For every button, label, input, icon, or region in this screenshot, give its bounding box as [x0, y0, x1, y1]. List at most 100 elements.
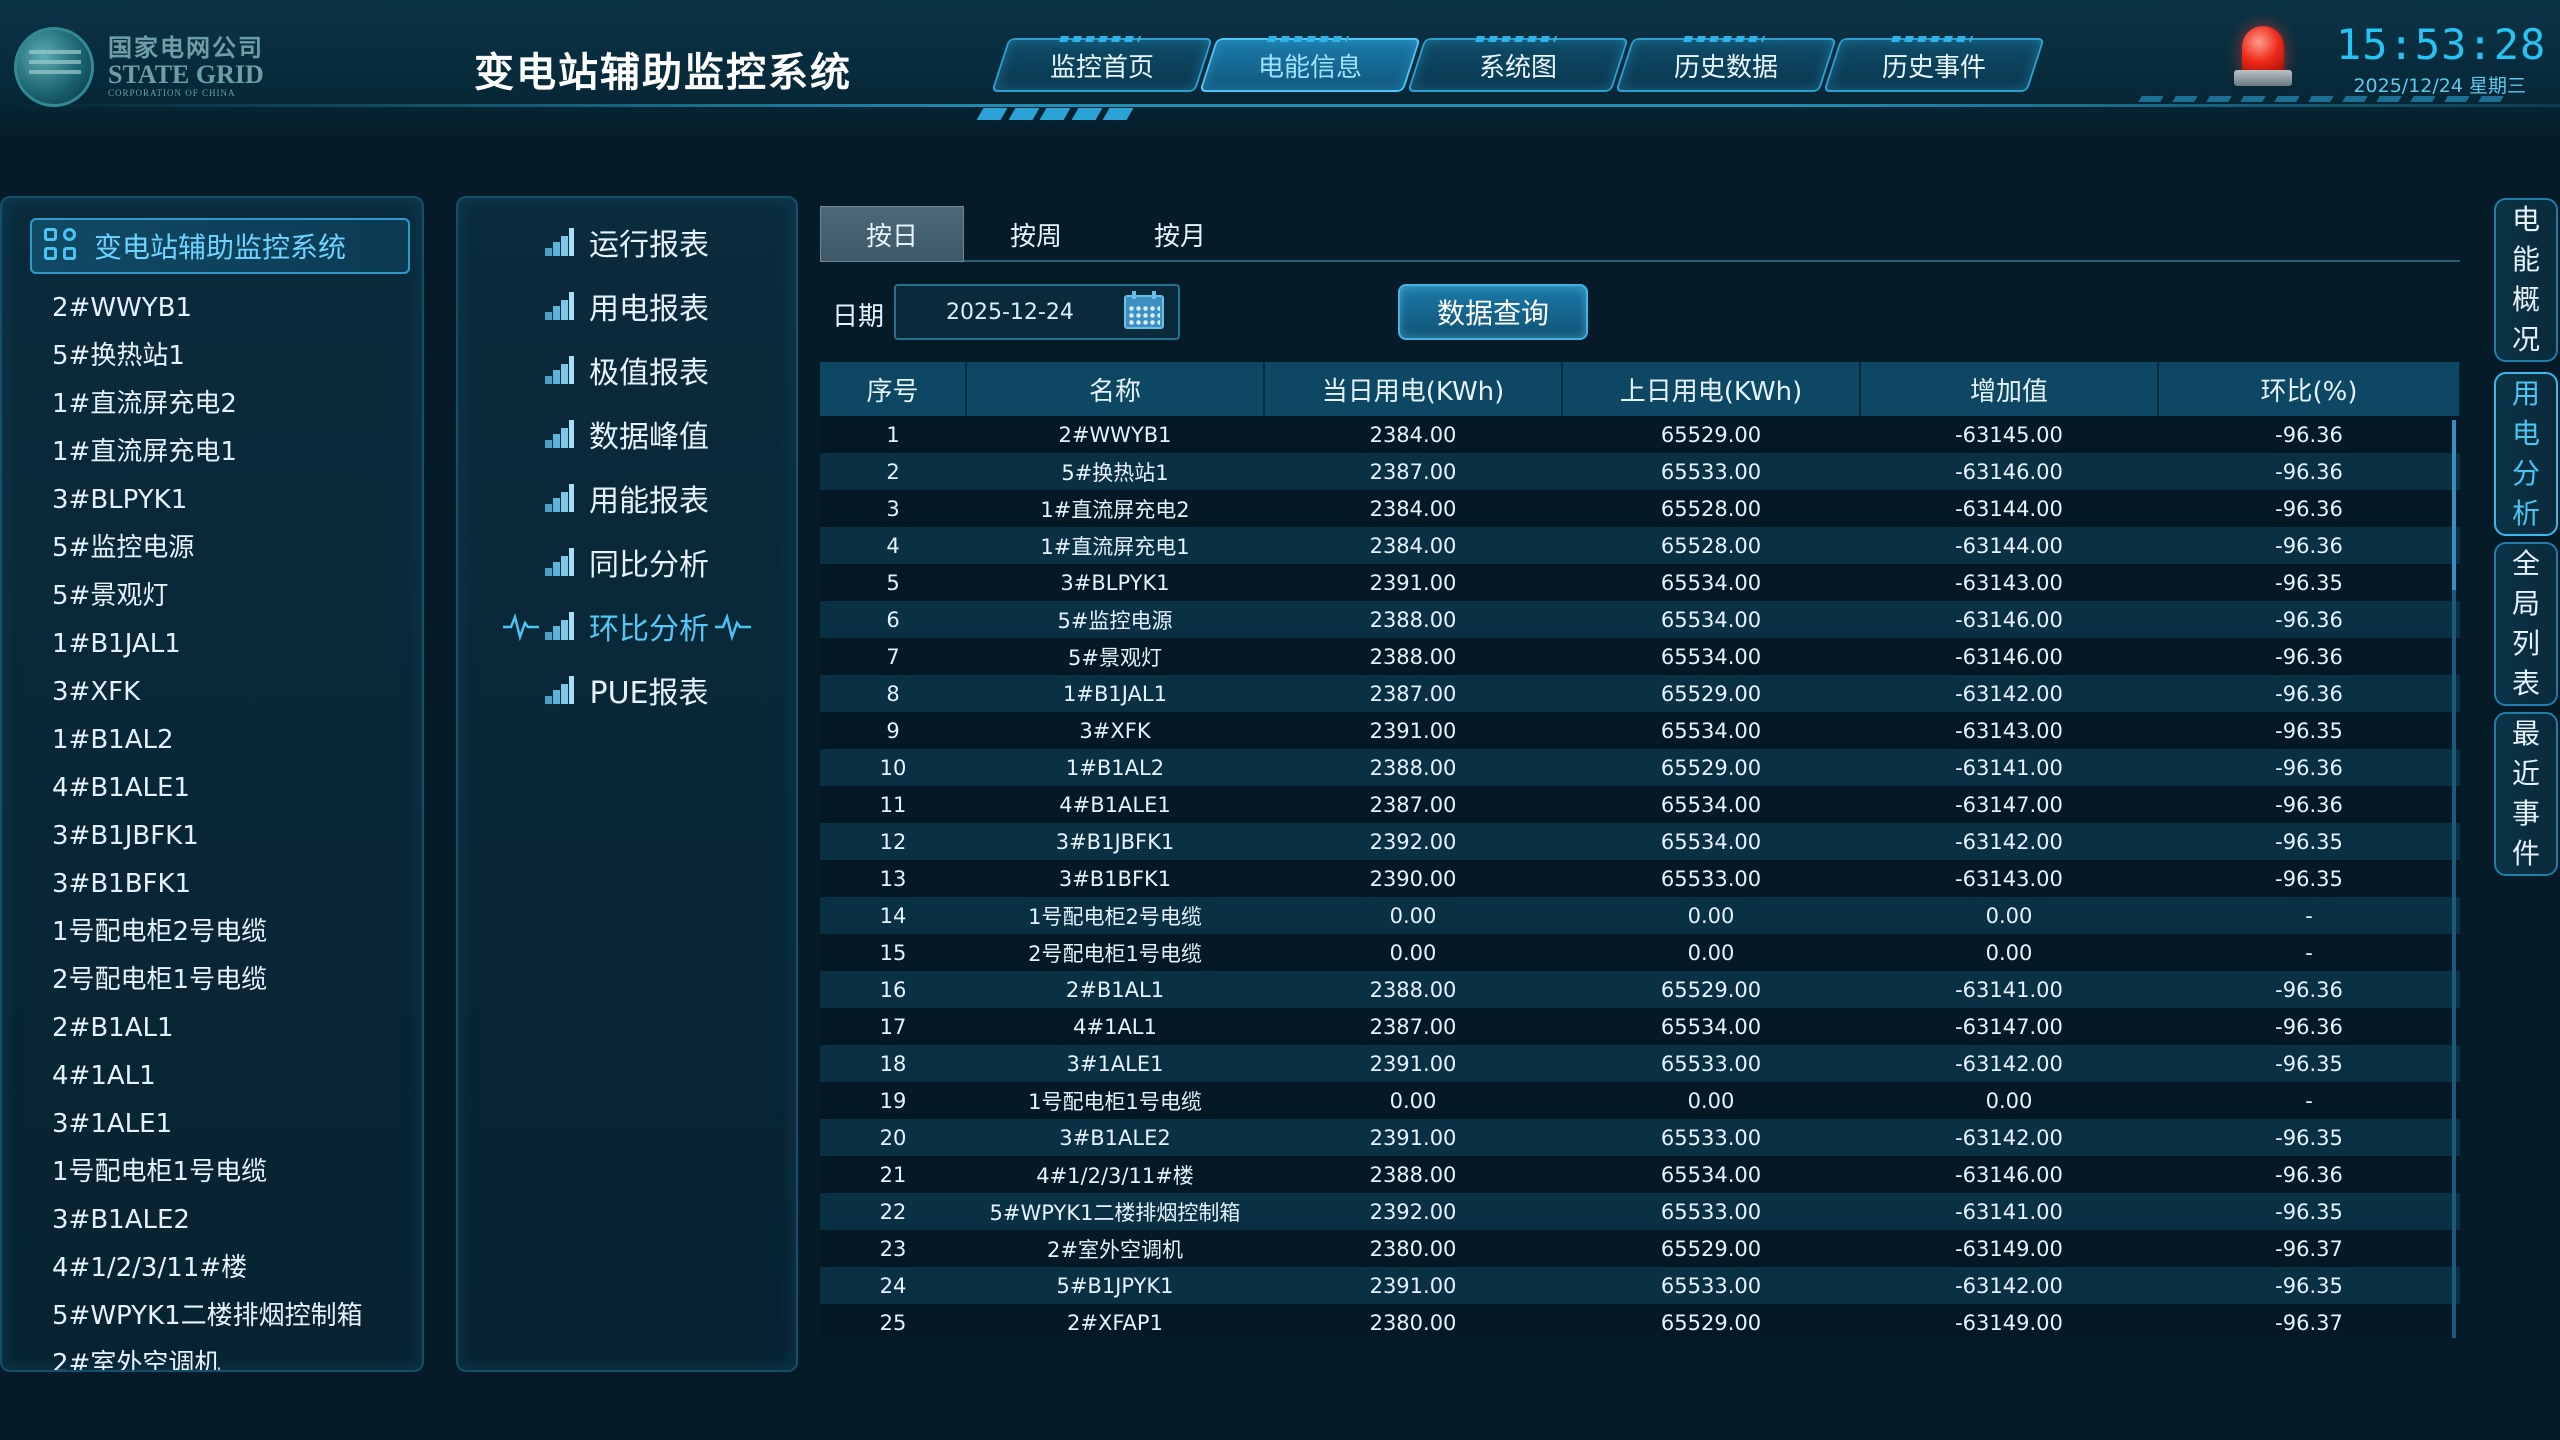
menu-item[interactable]: 数据峰值 — [458, 402, 796, 466]
tree-root[interactable]: 变电站辅助监控系统 — [30, 218, 410, 274]
table-row[interactable]: 9 3#XFK 2391.00 65534.00 -63143.00 -96.35 — [820, 712, 2460, 749]
cell-increase: -63143.00 — [1955, 718, 2063, 743]
table-row[interactable]: 14 1号配电柜2号电缆 0.00 0.00 0.00 - — [820, 897, 2460, 934]
cell-ratio: -96.35 — [2275, 570, 2343, 595]
tree-item[interactable]: 2#WWYB1 — [52, 284, 363, 332]
cell-ratio: -96.35 — [2275, 1273, 2343, 1298]
cell-name: 3#B1JBFK1 — [1055, 829, 1175, 854]
cell-yesterday: 65529.00 — [1660, 1310, 1762, 1335]
bar-chart-icon — [545, 612, 575, 640]
col-header-index[interactable]: 序号 — [820, 362, 967, 416]
nav-history-events[interactable]: 历史事件 — [1832, 38, 2036, 92]
menu-item[interactable]: 用能报表 — [458, 466, 796, 530]
tree-item[interactable]: 3#B1BFK1 — [52, 860, 363, 908]
menu-item[interactable]: 极值报表 — [458, 338, 796, 402]
cell-index: 8 — [886, 681, 900, 706]
side-tab-usage-analysis[interactable]: 用电分析 — [2494, 372, 2558, 536]
query-button[interactable]: 数据查询 — [1398, 284, 1588, 340]
side-tab-global-list[interactable]: 全局列表 — [2494, 542, 2558, 706]
table-row[interactable]: 20 3#B1ALE2 2391.00 65533.00 -63142.00 -96.35 — [820, 1119, 2460, 1156]
table-row[interactable]: 5 3#BLPYK1 2391.00 65534.00 -63143.00 -96.35 — [820, 564, 2460, 601]
tree-item[interactable]: 3#BLPYK1 — [52, 476, 363, 524]
table-row[interactable]: 18 3#1ALE1 2391.00 65533.00 -63142.00 -96.35 — [820, 1045, 2460, 1082]
menu-item[interactable]: 运行报表 — [458, 210, 796, 274]
tree-item[interactable]: 2号配电柜1号电缆 — [52, 956, 363, 1004]
cell-today: 2384.00 — [1369, 422, 1457, 447]
scrollbar-thumb[interactable] — [2452, 420, 2456, 590]
table-row[interactable]: 25 2#XFAP1 2380.00 65529.00 -63149.00 -96.37 — [820, 1304, 2460, 1338]
table-row[interactable]: 11 4#B1ALE1 2387.00 65534.00 -63147.00 -96.36 — [820, 786, 2460, 823]
tree-item[interactable]: 4#1AL1 — [52, 1052, 363, 1100]
cell-name: 2#B1AL1 — [1065, 977, 1165, 1002]
table-row[interactable]: 16 2#B1AL1 2388.00 65529.00 -63141.00 -96.36 — [820, 971, 2460, 1008]
table-row[interactable]: 23 2#室外空调机 2380.00 65529.00 -63149.00 -96.37 — [820, 1230, 2460, 1267]
cell-yesterday: 65533.00 — [1660, 866, 1762, 891]
table-row[interactable]: 6 5#监控电源 2388.00 65534.00 -63146.00 -96.36 — [820, 601, 2460, 638]
col-header-today[interactable]: 当日用电(KWh) — [1264, 362, 1563, 416]
cell-increase: -63149.00 — [1955, 1310, 2063, 1335]
tree-item[interactable]: 5#景观灯 — [52, 572, 363, 620]
table-row[interactable]: 19 1号配电柜1号电缆 0.00 0.00 0.00 - — [820, 1082, 2460, 1119]
table-row[interactable]: 24 5#B1JPYK1 2391.00 65533.00 -63142.00 -96.3… — [820, 1267, 2460, 1304]
nav-energy-info[interactable]: 电能信息 — [1208, 38, 1412, 92]
tree-item[interactable]: 5#监控电源 — [52, 524, 363, 572]
menu-item[interactable]: 环比分析 — [458, 594, 796, 658]
col-header-increase[interactable]: 增加值 — [1860, 362, 2159, 416]
menu-item[interactable]: 用电报表 — [458, 274, 796, 338]
col-header-yesterday[interactable]: 上日用电(KWh) — [1562, 362, 1861, 416]
tab-by-week[interactable]: 按周 — [964, 206, 1108, 262]
tree-item[interactable]: 1#直流屏充电2 — [52, 380, 363, 428]
tree-item[interactable]: 5#WPYK1二楼排烟控制箱 — [52, 1292, 363, 1340]
table-row[interactable]: 1 2#WWYB1 2384.00 65529.00 -63145.00 -96.36 — [820, 416, 2460, 453]
menu-item[interactable]: PUE报表 — [458, 658, 796, 722]
col-header-ratio[interactable]: 环比(%) — [2158, 362, 2460, 416]
logo: 国家电网公司 STATE GRID CORPORATION OF CHINA — [14, 24, 274, 110]
nav-history-data[interactable]: 历史数据 — [1624, 38, 1828, 92]
tree-item[interactable]: 4#B1ALE1 — [52, 764, 363, 812]
table-row[interactable]: 8 1#B1JAL1 2387.00 65529.00 -63142.00 -96.36 — [820, 675, 2460, 712]
table-row[interactable]: 7 5#景观灯 2388.00 65534.00 -63146.00 -96.36 — [820, 638, 2460, 675]
side-tab-char: 近 — [2511, 757, 2540, 790]
alarm-light-icon[interactable] — [2234, 26, 2292, 88]
tree-item[interactable]: 1号配电柜2号电缆 — [52, 908, 363, 956]
date-field[interactable]: 2025-12-24 — [894, 284, 1180, 340]
clock: 15:53:28 2025/12/24 星期三 — [2336, 20, 2545, 98]
side-tab-recent-events[interactable]: 最近事件 — [2494, 712, 2558, 876]
tab-by-day[interactable]: 按日 — [820, 206, 964, 262]
tree-item[interactable]: 1#B1JAL1 — [52, 620, 363, 668]
tree-item[interactable]: 1#B1AL2 — [52, 716, 363, 764]
nav-label: 历史事件 — [1881, 52, 1986, 83]
table-row[interactable]: 4 1#直流屏充电1 2384.00 65528.00 -63144.00 -96.36 — [820, 527, 2460, 564]
tree-item[interactable]: 1号配电柜1号电缆 — [52, 1148, 363, 1196]
cell-today: 2387.00 — [1369, 792, 1457, 817]
tab-by-month[interactable]: 按月 — [1108, 206, 1252, 262]
table-row[interactable]: 15 2号配电柜1号电缆 0.00 0.00 0.00 - — [820, 934, 2460, 971]
table-row[interactable]: 17 4#1AL1 2387.00 65534.00 -63147.00 -96.36 — [820, 1008, 2460, 1045]
nav-monitor-home[interactable]: 监控首页 — [1000, 38, 1204, 92]
table-row[interactable]: 12 3#B1JBFK1 2392.00 65534.00 -63142.00 -96.3… — [820, 823, 2460, 860]
tree-item[interactable]: 1#直流屏充电1 — [52, 428, 363, 476]
tree-item[interactable]: 3#B1ALE2 — [52, 1196, 363, 1244]
calendar-icon[interactable] — [1124, 291, 1164, 329]
pulse-right-icon — [715, 612, 751, 641]
menu-item[interactable]: 同比分析 — [458, 530, 796, 594]
tree-item[interactable]: 5#换热站1 — [52, 332, 363, 380]
side-tab-energy-overview[interactable]: 电能概况 — [2494, 198, 2558, 362]
col-header-name[interactable]: 名称 — [966, 362, 1265, 416]
table-row[interactable]: 10 1#B1AL2 2388.00 65529.00 -63141.00 -96.36 — [820, 749, 2460, 786]
tree-item[interactable]: 2#室外空调机 — [52, 1340, 363, 1370]
tree-item[interactable]: 3#1ALE1 — [52, 1100, 363, 1148]
table-row[interactable]: 13 3#B1BFK1 2390.00 65533.00 -63143.00 -96.35 — [820, 860, 2460, 897]
table-row[interactable]: 2 5#换热站1 2387.00 65533.00 -63146.00 -96.36 — [820, 453, 2460, 490]
nav-system-diagram[interactable]: 系统图 — [1416, 38, 1620, 92]
tree-item[interactable]: 3#XFK — [52, 668, 363, 716]
cell-index: 20 — [879, 1125, 907, 1150]
table-scrollbar[interactable] — [2452, 420, 2456, 1338]
bar-chart-icon — [545, 676, 575, 704]
table-row[interactable]: 22 5#WPYK1二楼排烟控制箱 2392.00 65533.00 -63141.00… — [820, 1193, 2460, 1230]
tree-item[interactable]: 2#B1AL1 — [52, 1004, 363, 1052]
tree-item[interactable]: 4#1/2/3/11#楼 — [52, 1244, 363, 1292]
table-row[interactable]: 3 1#直流屏充电2 2384.00 65528.00 -63144.00 -96.36 — [820, 490, 2460, 527]
tree-item[interactable]: 3#B1JBFK1 — [52, 812, 363, 860]
table-row[interactable]: 21 4#1/2/3/11#楼 2388.00 65534.00 -63146.00 -9… — [820, 1156, 2460, 1193]
